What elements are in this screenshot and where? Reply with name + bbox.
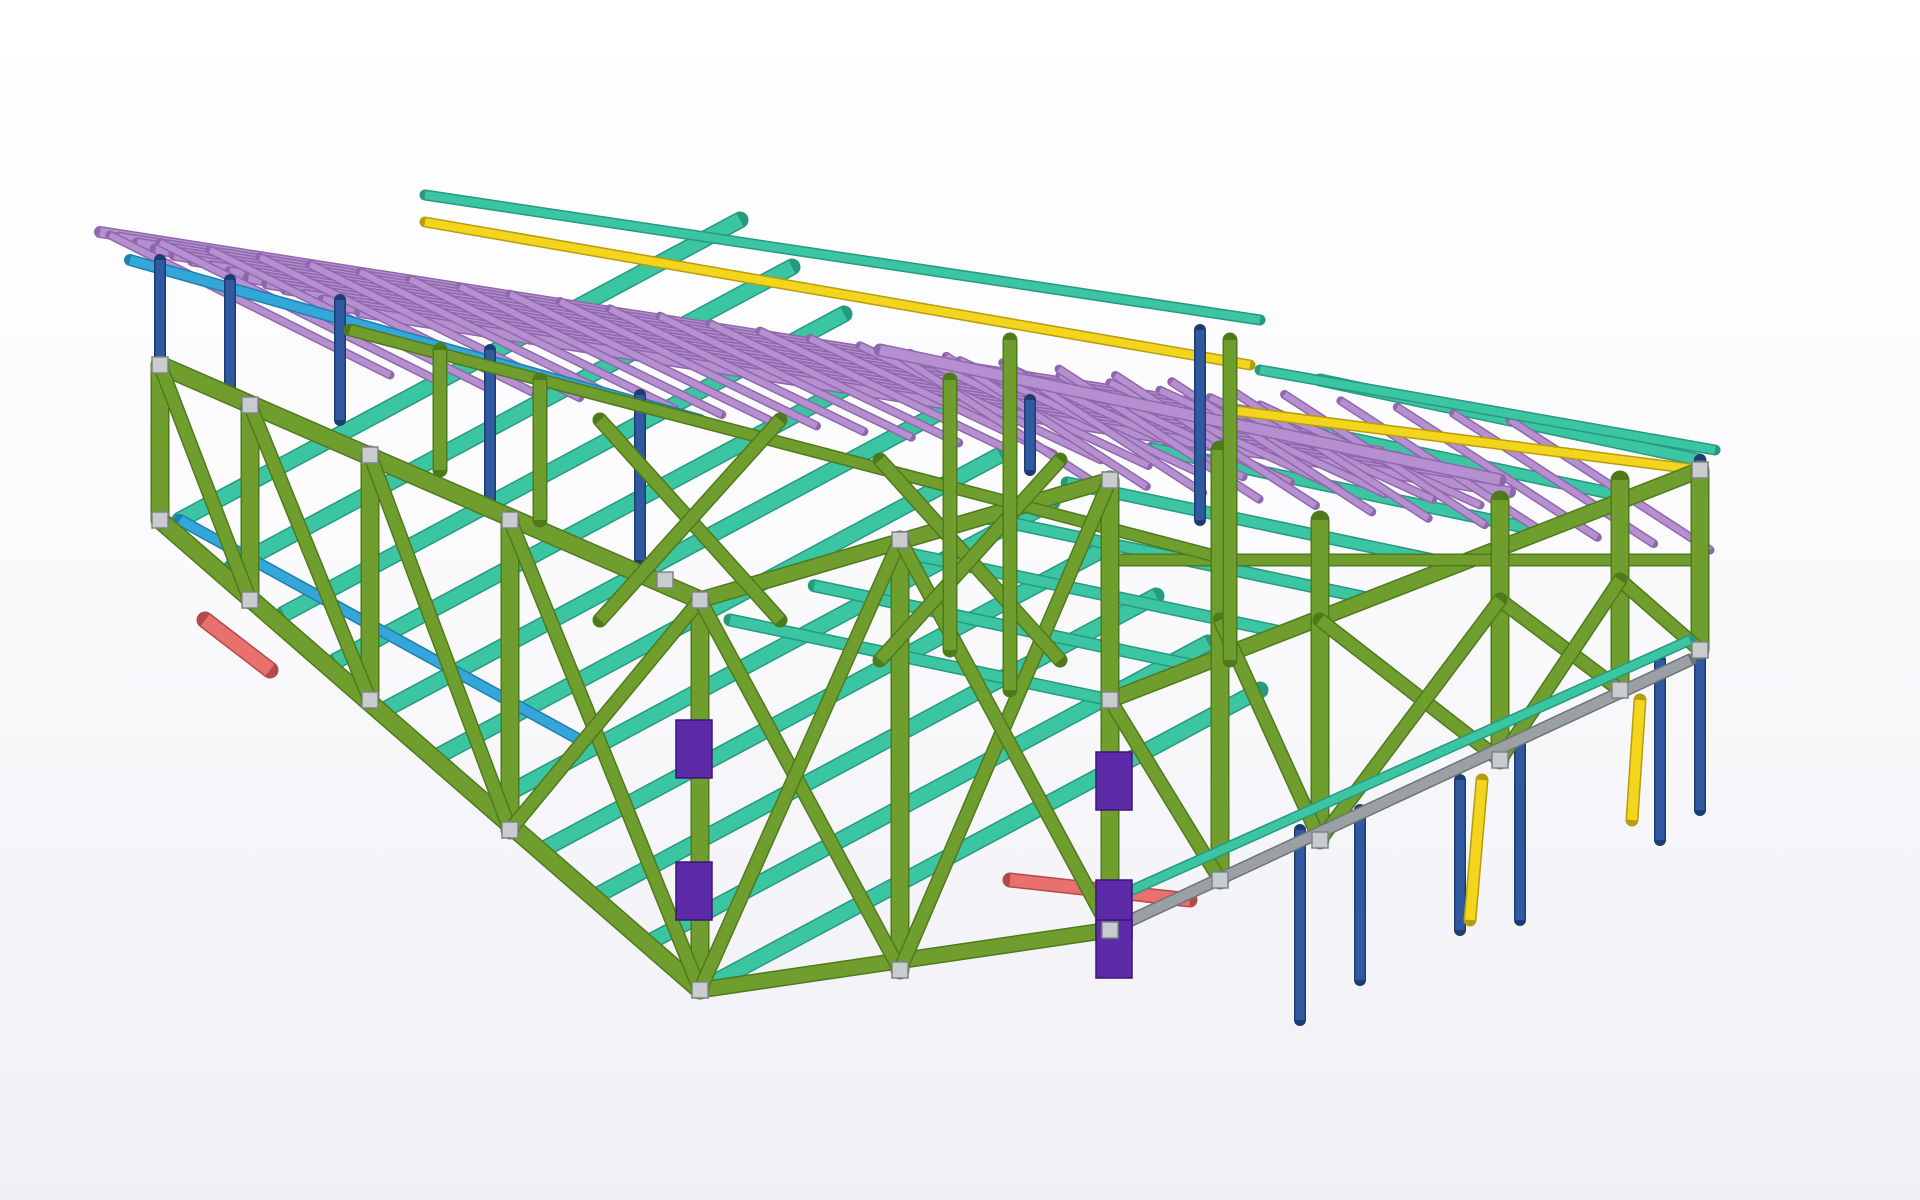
node-connector-1[interactable] bbox=[241, 396, 259, 414]
node-connector-11[interactable] bbox=[691, 981, 709, 999]
node-connector-2[interactable] bbox=[361, 446, 379, 464]
node-connector-19[interactable] bbox=[1691, 461, 1709, 479]
node-connector-3[interactable] bbox=[501, 511, 519, 529]
steel-structure-model[interactable] bbox=[0, 0, 1920, 1200]
node-connector-12[interactable] bbox=[891, 961, 909, 979]
edge-beam-red-1[interactable] bbox=[200, 614, 275, 676]
node-connector-14[interactable] bbox=[1211, 871, 1229, 889]
node-connector-6[interactable] bbox=[1101, 471, 1119, 489]
node-connector-13[interactable] bbox=[1101, 921, 1119, 939]
node-connector-20[interactable] bbox=[1101, 691, 1119, 709]
node-connector-10[interactable] bbox=[501, 821, 519, 839]
node-connector-18[interactable] bbox=[1691, 641, 1709, 659]
node-connector-4[interactable] bbox=[691, 591, 709, 609]
connection-plate-1[interactable] bbox=[675, 861, 713, 921]
node-connector-7[interactable] bbox=[151, 511, 169, 529]
node-connector-16[interactable] bbox=[1491, 751, 1509, 769]
grey-rail[interactable] bbox=[1107, 655, 1693, 935]
node-connector-17[interactable] bbox=[1611, 681, 1629, 699]
hanger-yellow-1[interactable] bbox=[1465, 779, 1487, 921]
node-connector-21[interactable] bbox=[656, 571, 674, 589]
node-connector-0[interactable] bbox=[151, 356, 169, 374]
model-viewport[interactable] bbox=[0, 0, 1920, 1200]
node-connector-15[interactable] bbox=[1311, 831, 1329, 849]
node-connector-5[interactable] bbox=[891, 531, 909, 549]
node-connector-8[interactable] bbox=[241, 591, 259, 609]
connection-plate-2[interactable] bbox=[1095, 751, 1133, 811]
node-connector-9[interactable] bbox=[361, 691, 379, 709]
connection-plate-0[interactable] bbox=[675, 719, 713, 779]
